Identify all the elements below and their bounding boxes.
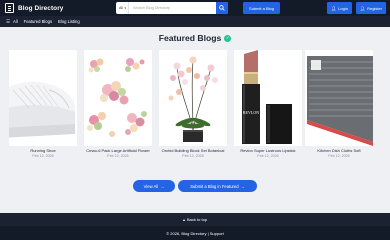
nav-featured-blogs[interactable]: Featured Blogs [24, 19, 52, 24]
nav-all-label: All [12, 18, 18, 24]
blog-card[interactable]: Running Shoe Feb 12, 2026 [9, 50, 77, 170]
site-logo[interactable]: Blog Directory [5, 3, 63, 13]
back-to-top-bar[interactable]: ▴ Back to top [0, 213, 390, 226]
search-icon [219, 5, 225, 11]
card-image-shoe [9, 50, 77, 146]
back-to-top-label: Back to top [187, 217, 208, 222]
copyright-text: © 2026, Blog Directory | Support [166, 230, 224, 236]
card-date: Feb 12, 2026 [107, 154, 129, 158]
menu-icon: ☰ [6, 18, 11, 24]
submit-featured-label: Submit a Blog in Featured [190, 183, 239, 189]
site-name: Blog Directory [18, 4, 64, 12]
search-input[interactable] [129, 2, 228, 14]
submit-blog-label: Submit a Blog [249, 5, 274, 11]
submit-blog-button[interactable]: Submit a Blog [243, 2, 280, 14]
blog-card[interactable]: Kitchen Dish Cloths Soft Feb 12, 2026 [305, 50, 373, 170]
book-icon [5, 3, 14, 13]
revlon-brand: REVLON [243, 110, 259, 115]
main-nav: ☰ All Featured Blogs Blog Listing [0, 16, 390, 27]
card-title[interactable]: Kitchen Dish Cloths Soft [305, 148, 373, 153]
card-title[interactable]: Orchid Building Block Set Botanical [159, 148, 227, 153]
card-image-orchid [159, 50, 227, 146]
footer: © 2026, Blog Directory | Support [0, 226, 390, 240]
card-image-lipstick: REVLON [234, 50, 302, 146]
featured-heading: Featured Blogs ✓ [0, 33, 390, 43]
search-category-select[interactable]: All ▾ [116, 2, 129, 14]
blog-card[interactable]: Cmao-6 Pack Large Artificial Flower Feb … [84, 50, 152, 170]
submit-featured-button[interactable]: Submit a Blog in Featured → [178, 180, 257, 192]
nav-blog-listing[interactable]: Blog Listing [58, 19, 80, 24]
search-category-label: All [119, 6, 123, 10]
nav-all[interactable]: ☰ All [6, 19, 18, 25]
user-icon: 👤︎ [331, 5, 337, 11]
featured-carousel[interactable]: Running Shoe Feb 12, 2026 Cmao-6 Pack La… [0, 50, 390, 170]
featured-actions: View All → Submit a Blog in Featured → [0, 180, 390, 192]
view-all-label: View All [143, 183, 159, 189]
card-date: Feb 12, 2026 [32, 154, 54, 158]
search-button[interactable] [216, 2, 228, 14]
view-all-button[interactable]: View All → [133, 180, 175, 192]
register-label: Register [367, 5, 382, 11]
card-image-flowers [84, 50, 152, 146]
arrow-right-icon: → [240, 183, 245, 189]
card-title[interactable]: Running Shoe [9, 148, 77, 153]
card-date: Feb 12, 2026 [257, 154, 279, 158]
user-plus-icon: 👤︎ [360, 5, 366, 11]
blog-card[interactable]: REVLON Revlon Super Lustrous Lipstick Fe… [234, 50, 302, 170]
chevron-up-icon: ▴ [182, 217, 185, 222]
page-title: Featured Blogs [158, 33, 222, 43]
login-button[interactable]: 👤︎ Login [327, 2, 352, 14]
register-button[interactable]: 👤︎ Register [356, 2, 386, 14]
card-date: Feb 12, 2026 [182, 154, 204, 158]
arrow-right-icon: → [160, 183, 165, 189]
card-title[interactable]: Revlon Super Lustrous Lipstick [234, 148, 302, 153]
top-header: Blog Directory All ▾ Submit a Blog 👤︎ Lo… [0, 0, 390, 16]
card-image-dish-cloths [305, 50, 373, 146]
login-label: Login [338, 5, 348, 11]
chevron-down-icon: ▾ [124, 6, 127, 10]
card-title[interactable]: Cmao-6 Pack Large Artificial Flower [84, 148, 152, 153]
card-date: Feb 12, 2026 [328, 154, 350, 158]
check-badge-icon: ✓ [224, 34, 232, 42]
blog-card[interactable]: Orchid Building Block Set Botanical Feb … [159, 50, 227, 170]
search-bar: All ▾ [116, 2, 228, 14]
